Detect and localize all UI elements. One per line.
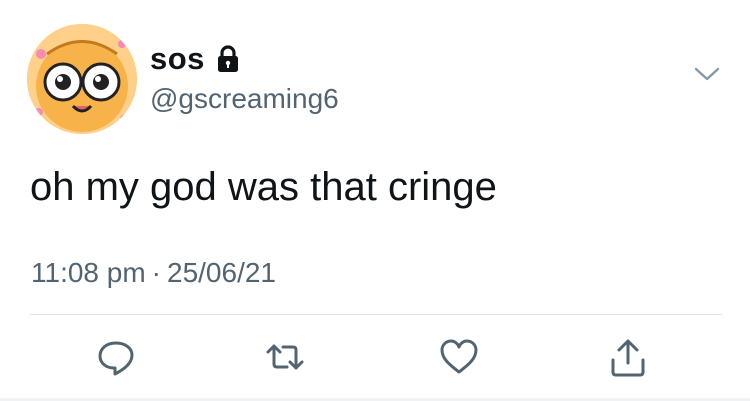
avatar[interactable] bbox=[27, 24, 137, 134]
like-button[interactable] bbox=[438, 336, 480, 378]
retweet-icon bbox=[266, 344, 304, 370]
tweet-text: oh my god was that cringe bbox=[30, 165, 497, 209]
retweet-button[interactable] bbox=[264, 336, 306, 378]
lock-icon bbox=[215, 44, 241, 74]
author-name-row: sos bbox=[150, 40, 241, 78]
tweet-date: 25/06/21 bbox=[167, 257, 276, 288]
tweet-timestamp[interactable]: 11:08 pm · 25/06/21 bbox=[31, 256, 276, 290]
display-name[interactable]: sos bbox=[150, 40, 205, 78]
tweet-time: 11:08 pm bbox=[31, 257, 146, 288]
divider bbox=[30, 314, 722, 315]
meta-separator: · bbox=[151, 257, 161, 288]
heart-icon bbox=[440, 339, 478, 374]
share-icon bbox=[611, 339, 645, 377]
share-button[interactable] bbox=[607, 336, 649, 378]
speech-bubble-icon bbox=[98, 341, 134, 376]
reply-button[interactable] bbox=[95, 336, 137, 378]
chevron-down-icon[interactable] bbox=[693, 64, 721, 84]
avatar-image bbox=[27, 24, 137, 134]
user-handle[interactable]: @gscreaming6 bbox=[150, 82, 339, 116]
